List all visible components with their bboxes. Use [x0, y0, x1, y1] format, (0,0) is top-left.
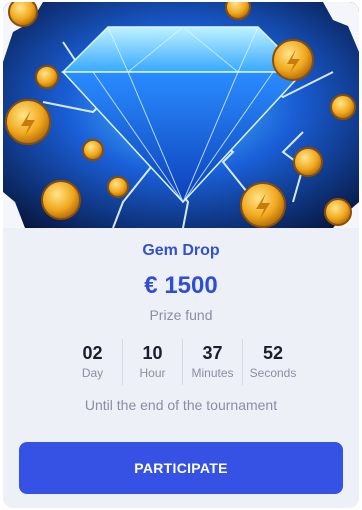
timer-minutes: 37 Minutes	[183, 339, 243, 385]
timer-hours-value: 10	[142, 343, 163, 363]
timer-hours: 10 Hour	[123, 339, 183, 385]
timer-seconds-label: Seconds	[249, 366, 297, 380]
timer-days: 02 Day	[63, 339, 123, 385]
timer-days-label: Day	[81, 366, 104, 380]
diamond-lightning-coins-illustration	[3, 2, 359, 228]
tournament-title: Gem Drop	[142, 242, 220, 259]
prize-amount: € 1500	[144, 272, 218, 299]
timer-days-value: 02	[82, 343, 103, 363]
hero-image	[3, 2, 359, 228]
until-text: Until the end of the tournament	[84, 397, 278, 413]
timer-minutes-label: Minutes	[191, 366, 234, 380]
timer-hours-label: Hour	[139, 366, 166, 380]
timer-seconds-value: 52	[262, 343, 284, 363]
countdown-timer: 02 Day 10 Hour 37 Minutes 52 Seconds	[63, 339, 303, 385]
participate-button[interactable]: PARTICIPATE	[19, 442, 343, 494]
prize-label: Prize fund	[149, 307, 213, 323]
tournament-card: Gem Drop € 1500 Prize fund 02 Day 10 Hou…	[3, 2, 359, 508]
timer-minutes-value: 37	[202, 343, 223, 363]
timer-seconds: 52 Seconds	[243, 339, 303, 385]
